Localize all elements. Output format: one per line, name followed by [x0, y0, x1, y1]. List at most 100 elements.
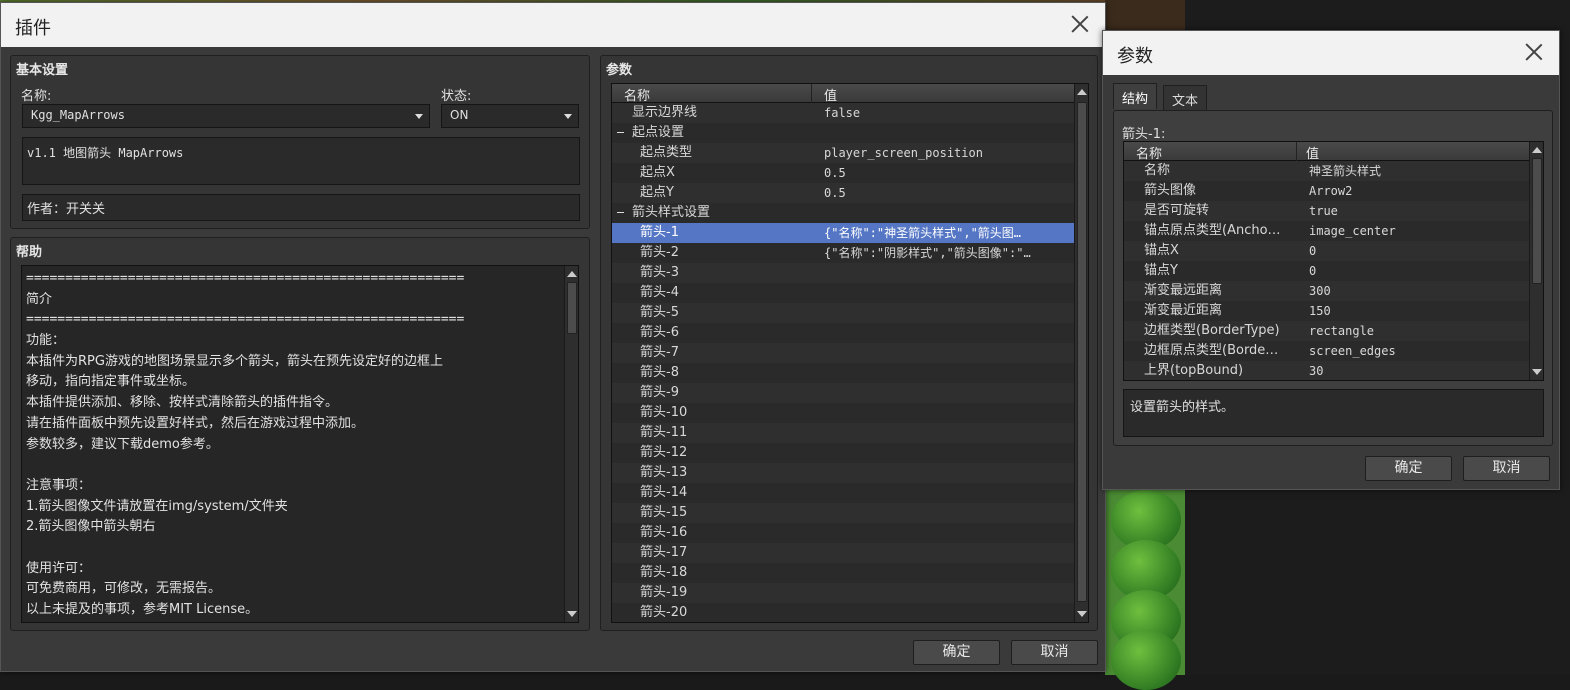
field-row[interactable]: 锚点Y 0: [1124, 261, 1543, 281]
close-icon[interactable]: [1523, 41, 1545, 63]
collapse-icon[interactable]: [617, 129, 624, 136]
description-field[interactable]: v1.1 地图箭头 MapArrows: [22, 137, 580, 185]
field-value: 0: [1309, 244, 1317, 258]
param-row[interactable]: 箭头-1 {"名称":"神圣箭头样式","箭头图…: [612, 223, 1088, 243]
field-value: 30: [1309, 364, 1324, 378]
chevron-down-icon: [415, 114, 423, 119]
scroll-thumb[interactable]: [567, 282, 577, 334]
param-row[interactable]: 箭头-20: [612, 603, 1088, 622]
field-value: 0: [1309, 264, 1317, 278]
scroll-down-icon[interactable]: [1077, 611, 1087, 617]
help-line: ========================================…: [26, 271, 465, 286]
param-row-name: 起点类型: [640, 145, 693, 160]
field-row[interactable]: 是否可旋转 true: [1124, 201, 1543, 221]
tab-text[interactable]: 文本: [1163, 85, 1208, 111]
cancel-button[interactable]: 取消: [1011, 640, 1098, 665]
param-row[interactable]: 起点Y 0.5: [612, 183, 1088, 203]
param-row[interactable]: 显示边界线 false: [612, 103, 1088, 123]
param-row[interactable]: 起点类型 player_screen_position: [612, 143, 1088, 163]
param-row[interactable]: 箭头-6: [612, 323, 1088, 343]
param-row-name: 箭头-12: [640, 445, 688, 460]
param-row[interactable]: 箭头-14: [612, 483, 1088, 503]
field-row[interactable]: 渐变最远距离 300: [1124, 281, 1543, 301]
param-row[interactable]: 箭头样式设置: [612, 203, 1088, 223]
param-row[interactable]: 箭头-2 {"名称":"阴影样式","箭头图像":"…: [612, 243, 1088, 263]
scroll-up-icon[interactable]: [567, 271, 577, 277]
field-row[interactable]: 锚点原点类型(Ancho… image_center: [1124, 221, 1543, 241]
field-row[interactable]: 边框类型(BorderType) rectangle: [1124, 321, 1543, 341]
tab-structure[interactable]: 结构: [1113, 83, 1158, 109]
param-row[interactable]: 箭头-12: [612, 443, 1088, 463]
param-row[interactable]: 箭头-15: [612, 503, 1088, 523]
help-line: 本插件提供添加、移除、按样式清除箭头的插件指令。: [26, 395, 339, 411]
status-label: 状态:: [441, 89, 472, 104]
param-row[interactable]: 箭头-10: [612, 403, 1088, 423]
params-scrollbar[interactable]: [1074, 84, 1088, 622]
author-field[interactable]: 作者：开关关: [22, 194, 580, 221]
plugin-name-select[interactable]: Kgg_MapArrows: [22, 104, 430, 128]
collapse-icon[interactable]: [617, 209, 624, 216]
param-row[interactable]: 箭头-11: [612, 423, 1088, 443]
ok-button[interactable]: 确定: [913, 640, 1000, 665]
help-scrollbar[interactable]: [564, 266, 578, 622]
help-line: 功能：: [26, 333, 66, 349]
param-dialog-titlebar: 参数: [1103, 31, 1559, 75]
param-row-name: 箭头-9: [640, 385, 679, 400]
param-row[interactable]: 箭头-4: [612, 283, 1088, 303]
param-row[interactable]: 箭头-13: [612, 463, 1088, 483]
param-row[interactable]: 箭头-16: [612, 523, 1088, 543]
field-row[interactable]: 箭头图像 Arrow2: [1124, 181, 1543, 201]
param-row[interactable]: 箭头-7: [612, 343, 1088, 363]
param-row[interactable]: 起点X 0.5: [612, 163, 1088, 183]
help-line: [22, 538, 578, 559]
param-row-name: 箭头-17: [640, 545, 688, 560]
field-row[interactable]: 边框原点类型(Borde… screen_edges: [1124, 341, 1543, 361]
param-row-name: 箭头-6: [640, 325, 679, 340]
scroll-thumb[interactable]: [1077, 102, 1087, 602]
param-row[interactable]: 箭头-8: [612, 363, 1088, 383]
field-name: 锚点X: [1144, 243, 1179, 258]
param-rows: 名称 神圣箭头样式 箭头图像 Arrow2 是否可旋转 true 锚点原点类型(Ancho……: [1124, 161, 1543, 380]
param-row-name: 箭头-18: [640, 565, 688, 580]
field-value: screen_edges: [1309, 344, 1396, 358]
param-ok-button[interactable]: 确定: [1365, 456, 1452, 481]
status-select[interactable]: ON: [441, 104, 579, 128]
param-row-name: 箭头-4: [640, 285, 679, 300]
param-row[interactable]: 箭头-9: [612, 383, 1088, 403]
param-row[interactable]: 箭头-19: [612, 583, 1088, 603]
field-row[interactable]: 上界(topBound) 30: [1124, 361, 1543, 380]
param-row-name: 箭头样式设置: [632, 205, 711, 220]
field-row[interactable]: 锚点X 0: [1124, 241, 1543, 261]
param-fields-scrollbar[interactable]: [1529, 142, 1543, 380]
help-line: ========================================…: [26, 312, 465, 328]
scroll-down-icon[interactable]: [1532, 369, 1542, 375]
help-group: 帮助 =====================================…: [10, 237, 590, 631]
param-structure-panel: 箭头-1: 名称 值 名称 神圣箭头样式 箭头图像 Arrow2 是否可旋转 true 锚点…: [1113, 110, 1553, 446]
tree-icon: [1111, 630, 1181, 690]
param-row-name: 箭头-19: [640, 585, 688, 600]
field-row[interactable]: 名称 神圣箭头样式: [1124, 161, 1543, 181]
param-cancel-button[interactable]: 取消: [1463, 456, 1550, 481]
header-divider: [811, 84, 812, 103]
param-header-name: 名称: [1136, 147, 1163, 162]
plugin-name-value: Kgg_MapArrows: [31, 108, 125, 122]
help-line: 1.箭头图像文件请放置在img/system/文件夹: [26, 498, 288, 514]
param-row[interactable]: 箭头-3: [612, 263, 1088, 283]
field-name: 边框原点类型(Borde…: [1144, 343, 1279, 358]
scroll-up-icon[interactable]: [1532, 147, 1542, 153]
help-text-area[interactable]: ========================================…: [21, 265, 579, 623]
scroll-down-icon[interactable]: [567, 611, 577, 617]
param-row-name: 箭头-7: [640, 345, 679, 360]
param-row[interactable]: 箭头-18: [612, 563, 1088, 583]
scroll-up-icon[interactable]: [1077, 89, 1087, 95]
field-row[interactable]: 渐变最近距离 150: [1124, 301, 1543, 321]
param-row[interactable]: 箭头-17: [612, 543, 1088, 563]
param-row[interactable]: 起点设置: [612, 123, 1088, 143]
close-icon[interactable]: [1069, 13, 1091, 35]
help-title: 帮助: [16, 245, 43, 260]
field-value: Arrow2: [1309, 184, 1353, 198]
param-row[interactable]: 箭头-5: [612, 303, 1088, 323]
basic-settings-title: 基本设置: [16, 63, 69, 78]
field-name: 渐变最近距离: [1144, 303, 1223, 318]
scroll-thumb[interactable]: [1532, 158, 1542, 284]
